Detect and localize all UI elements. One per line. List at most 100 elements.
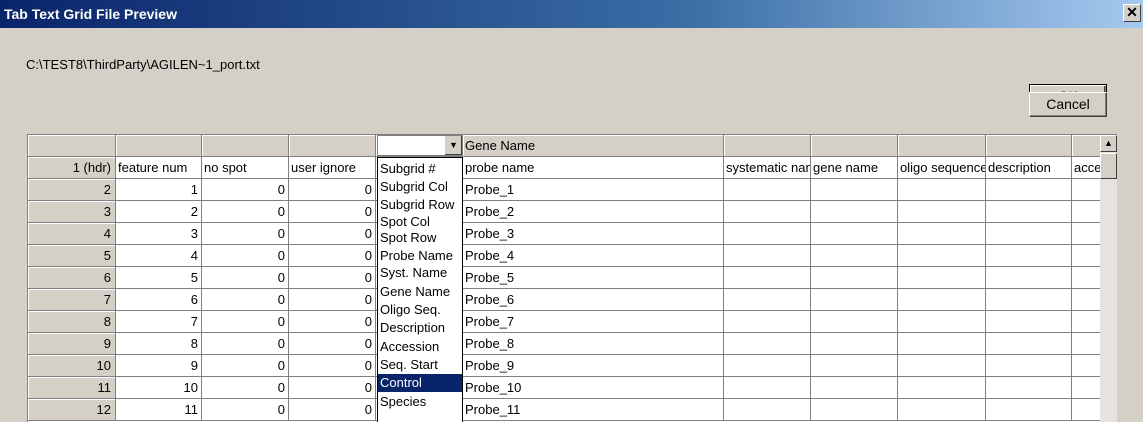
table-cell[interactable]: [811, 179, 898, 201]
table-cell[interactable]: [898, 333, 986, 355]
header-cell[interactable]: accession: [1072, 157, 1102, 179]
table-cell[interactable]: 0: [202, 355, 289, 377]
table-cell[interactable]: Probe_5: [463, 267, 724, 289]
column-mapping-cell[interactable]: [811, 135, 898, 157]
table-cell[interactable]: [724, 289, 811, 311]
table-cell[interactable]: [1072, 245, 1102, 267]
dropdown-option[interactable]: Subgrid Col: [378, 178, 462, 196]
table-cell[interactable]: 0: [202, 399, 289, 421]
table-cell[interactable]: 3: [116, 223, 202, 245]
close-button[interactable]: ✕: [1123, 4, 1141, 22]
table-cell[interactable]: [898, 223, 986, 245]
table-cell[interactable]: 0: [202, 377, 289, 399]
table-cell[interactable]: [811, 201, 898, 223]
table-cell[interactable]: [724, 355, 811, 377]
table-cell[interactable]: [986, 333, 1072, 355]
table-cell[interactable]: 0: [202, 333, 289, 355]
table-cell[interactable]: 2: [116, 201, 202, 223]
table-cell[interactable]: [1072, 289, 1102, 311]
table-cell[interactable]: 0: [289, 333, 376, 355]
vertical-scrollbar[interactable]: ▲: [1100, 135, 1117, 422]
table-cell[interactable]: [986, 267, 1072, 289]
table-cell[interactable]: 0: [289, 267, 376, 289]
dropdown-option[interactable]: Subgrid #: [378, 160, 462, 178]
table-cell[interactable]: 0: [202, 179, 289, 201]
table-cell[interactable]: [898, 201, 986, 223]
column-mapping-cell[interactable]: [898, 135, 986, 157]
table-cell[interactable]: [724, 223, 811, 245]
table-cell[interactable]: [1072, 201, 1102, 223]
dropdown-option[interactable]: Gene Name: [378, 283, 462, 301]
table-cell[interactable]: 0: [289, 179, 376, 201]
table-cell[interactable]: Probe_10: [463, 377, 724, 399]
scroll-up-icon[interactable]: ▲: [1100, 135, 1117, 152]
table-cell[interactable]: [724, 245, 811, 267]
table-cell[interactable]: 0: [202, 223, 289, 245]
table-cell[interactable]: Probe_6: [463, 289, 724, 311]
table-cell[interactable]: 0: [202, 245, 289, 267]
table-cell[interactable]: [898, 289, 986, 311]
column-mapping-cell[interactable]: [1072, 135, 1102, 157]
scrollbar-thumb[interactable]: [1100, 153, 1117, 179]
header-cell[interactable]: description: [986, 157, 1072, 179]
header-cell[interactable]: probe name: [463, 157, 724, 179]
table-cell[interactable]: 0: [289, 377, 376, 399]
header-cell[interactable]: systematic name: [724, 157, 811, 179]
dropdown-option[interactable]: Oligo Seq.: [378, 301, 462, 319]
table-cell[interactable]: [898, 355, 986, 377]
table-cell[interactable]: Probe_4: [463, 245, 724, 267]
table-cell[interactable]: [811, 223, 898, 245]
chevron-down-icon[interactable]: ▼: [444, 136, 462, 155]
column-mapping-cell[interactable]: Gene Name: [463, 135, 724, 157]
table-cell[interactable]: 8: [116, 333, 202, 355]
table-cell[interactable]: Probe_8: [463, 333, 724, 355]
table-cell[interactable]: [811, 377, 898, 399]
table-cell[interactable]: Probe_9: [463, 355, 724, 377]
column-type-dropdown[interactable]: Subgrid # Subgrid Col Subgrid Row Spot Col S…: [377, 157, 463, 422]
table-cell[interactable]: 0: [202, 289, 289, 311]
table-cell[interactable]: Probe_2: [463, 201, 724, 223]
column-mapping-cell[interactable]: [289, 135, 376, 157]
table-cell[interactable]: [986, 377, 1072, 399]
table-cell[interactable]: [1072, 399, 1102, 421]
header-cell[interactable]: gene name: [811, 157, 898, 179]
dropdown-option[interactable]: Species: [378, 393, 462, 411]
table-cell[interactable]: 0: [289, 355, 376, 377]
table-cell[interactable]: [811, 333, 898, 355]
table-cell[interactable]: [986, 289, 1072, 311]
column-type-select[interactable]: ▼: [377, 135, 463, 156]
table-cell[interactable]: [811, 311, 898, 333]
dropdown-option[interactable]: Probe Name: [378, 247, 462, 265]
table-cell[interactable]: 0: [289, 289, 376, 311]
table-cell[interactable]: [898, 267, 986, 289]
column-mapping-cell[interactable]: [724, 135, 811, 157]
table-cell[interactable]: 0: [202, 201, 289, 223]
table-cell[interactable]: [1072, 377, 1102, 399]
table-cell[interactable]: [1072, 355, 1102, 377]
table-cell[interactable]: 5: [116, 267, 202, 289]
table-cell[interactable]: 0: [289, 223, 376, 245]
table-cell[interactable]: 10: [116, 377, 202, 399]
dropdown-option[interactable]: Description: [378, 319, 462, 337]
table-cell[interactable]: 0: [289, 201, 376, 223]
table-cell[interactable]: 9: [116, 355, 202, 377]
table-cell[interactable]: [811, 289, 898, 311]
table-cell[interactable]: [898, 179, 986, 201]
table-cell[interactable]: [986, 245, 1072, 267]
table-cell[interactable]: Probe_1: [463, 179, 724, 201]
table-cell[interactable]: [724, 267, 811, 289]
dropdown-option[interactable]: Spot Row: [378, 229, 462, 247]
table-cell[interactable]: [1072, 333, 1102, 355]
table-cell[interactable]: Probe_11: [463, 399, 724, 421]
column-mapping-cell[interactable]: [986, 135, 1072, 157]
table-cell[interactable]: 7: [116, 311, 202, 333]
table-cell[interactable]: [724, 179, 811, 201]
table-cell[interactable]: [1072, 267, 1102, 289]
table-cell[interactable]: 11: [116, 399, 202, 421]
table-cell[interactable]: [811, 399, 898, 421]
column-mapping-cell[interactable]: [116, 135, 202, 157]
header-cell[interactable]: no spot: [202, 157, 289, 179]
table-cell[interactable]: [811, 245, 898, 267]
dropdown-option[interactable]: Syst. Name: [378, 264, 462, 282]
table-cell[interactable]: 0: [289, 311, 376, 333]
